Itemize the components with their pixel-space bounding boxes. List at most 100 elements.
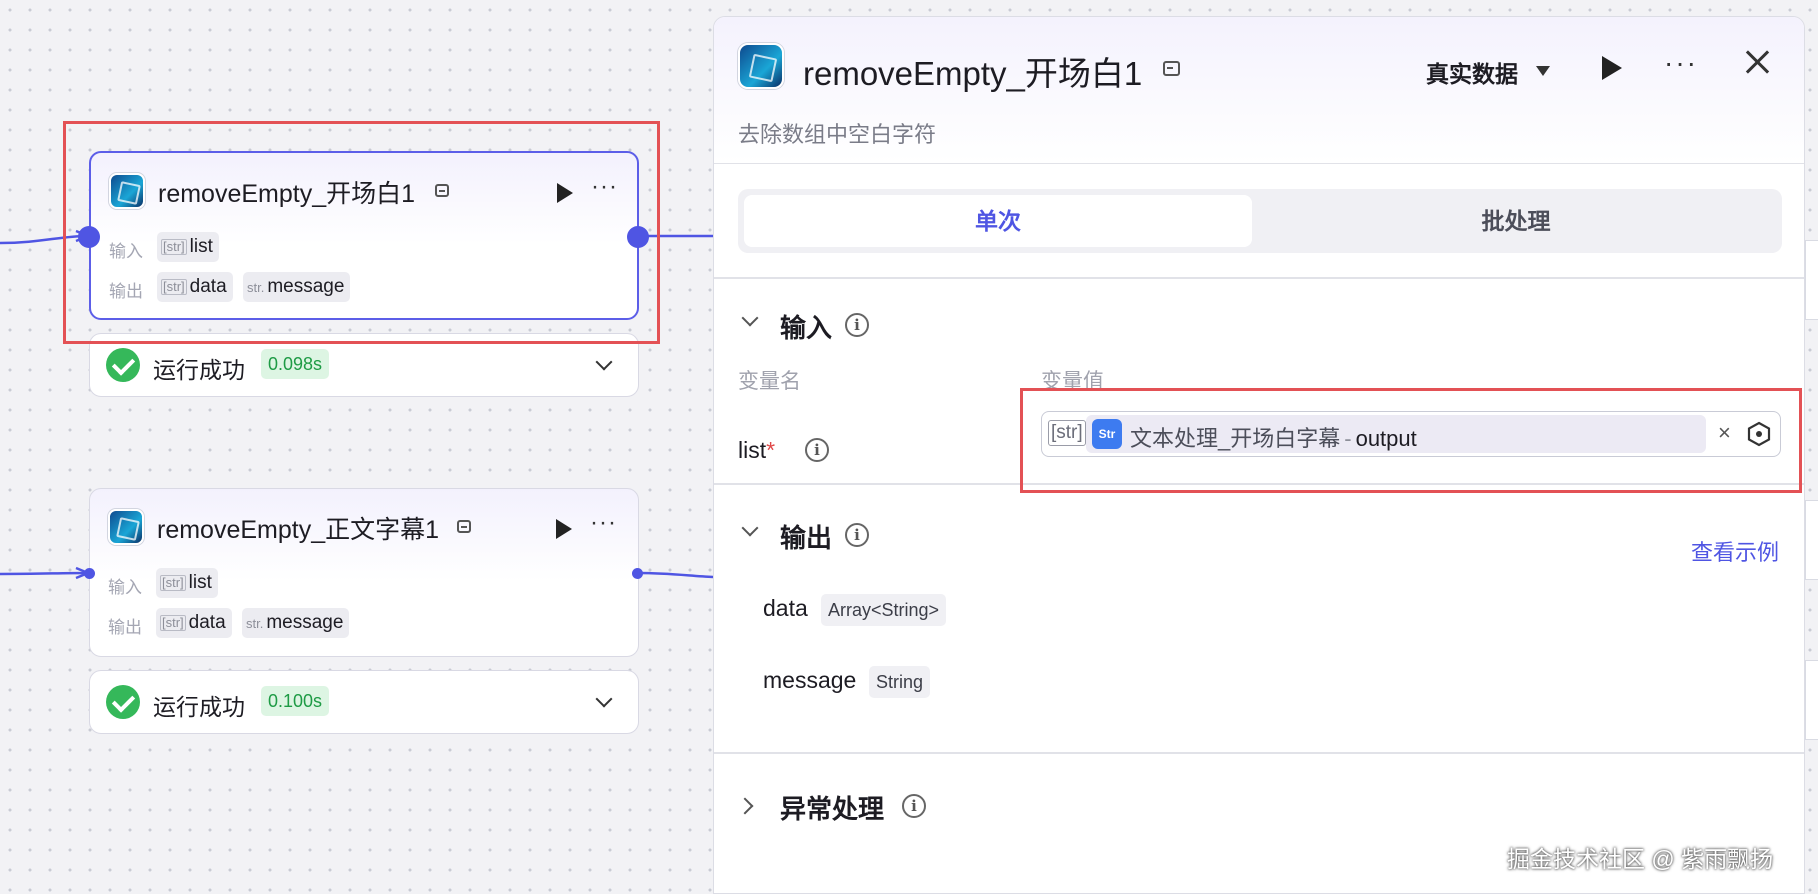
run-node-icon[interactable] — [557, 183, 573, 203]
output-label: 输出 — [109, 282, 143, 301]
type-label: str. — [247, 279, 265, 295]
run-icon[interactable] — [1602, 56, 1622, 80]
panel-header: removeEmpty_开场白1 去除数组中空白字符 真实数据 ··· — [714, 17, 1804, 164]
status-text: 运行成功 — [153, 694, 245, 720]
run-mode-tabs: 单次 批处理 — [738, 189, 1782, 253]
status-text: 运行成功 — [153, 357, 245, 383]
background-node-edge — [1805, 240, 1818, 320]
input-port[interactable] — [78, 226, 100, 248]
code-node-icon — [109, 173, 145, 209]
panel-title[interactable]: removeEmpty_开场白1 — [803, 47, 1142, 95]
node-title: removeEmpty_正文字幕1 — [157, 516, 440, 544]
background-node-edge — [1805, 660, 1818, 740]
variable-picker-icon[interactable] — [1746, 421, 1772, 447]
node-detail-panel: removeEmpty_开场白1 去除数组中空白字符 真实数据 ··· 单次 批… — [713, 16, 1805, 894]
output-chip-message: str. message — [243, 272, 351, 302]
code-node-icon — [738, 43, 784, 89]
close-icon[interactable] — [1743, 47, 1773, 77]
success-check-icon — [106, 348, 140, 382]
output-name-message: message — [763, 667, 857, 693]
output-port[interactable] — [632, 568, 643, 579]
chevron-right-icon[interactable] — [736, 797, 754, 815]
output-chip-data: [str] data — [157, 272, 233, 302]
divider — [714, 483, 1804, 485]
batch-tag-icon — [435, 184, 449, 197]
plugin-icon: Str — [1092, 419, 1122, 449]
connector-wires — [0, 229, 714, 580]
chip-label: data — [188, 612, 226, 633]
clear-icon[interactable]: × — [1718, 420, 1731, 446]
output-type-tag: Array<String> — [821, 594, 947, 626]
error-handling-section-title[interactable]: 异常处理 — [780, 789, 884, 826]
output-section-title[interactable]: 输出 — [780, 518, 832, 555]
column-variable-name: 变量名 — [738, 370, 801, 393]
info-icon[interactable]: i — [845, 523, 869, 547]
watermark: 掘金技术社区 @ 紫雨飘扬 — [1507, 846, 1774, 872]
required-mark: * — [766, 437, 776, 463]
info-icon[interactable]: i — [845, 313, 869, 337]
more-options-icon[interactable]: ··· — [591, 173, 618, 201]
chevron-down-icon[interactable] — [741, 519, 759, 537]
chip-label: data — [189, 276, 227, 297]
chevron-down-icon[interactable] — [595, 690, 613, 708]
chip-label: message — [266, 612, 344, 633]
info-icon[interactable]: i — [805, 438, 829, 462]
variable-name-list: list* — [738, 437, 775, 464]
reference-chip[interactable]: Str 文本处理_开场白字幕 - output — [1086, 415, 1706, 453]
variable-name-text: list — [738, 437, 767, 463]
reference-node-name: 文本处理_开场白字幕 — [1130, 426, 1341, 451]
variable-reference-input[interactable]: [str] Str 文本处理_开场白字幕 - output × — [1041, 411, 1781, 457]
batch-tag-icon — [1163, 61, 1180, 76]
chevron-down-icon[interactable] — [595, 353, 613, 371]
input-label: 输入 — [109, 242, 143, 261]
more-options-icon[interactable]: ··· — [590, 509, 617, 537]
output-chip-data: [str] data — [156, 608, 232, 638]
reference-separator: - — [1344, 426, 1352, 451]
chip-label: list — [189, 236, 213, 257]
batch-tag-icon — [457, 520, 471, 533]
chevron-down-icon[interactable] — [741, 309, 759, 327]
chip-label: list — [188, 572, 212, 593]
workflow-node-remove-empty-opening[interactable]: removeEmpty_开场白1 ··· 输入 [str] list 输出 [s… — [89, 151, 639, 320]
run-node-icon[interactable] — [556, 519, 572, 539]
data-mode-select[interactable]: 真实数据 — [1426, 55, 1518, 89]
code-node-icon — [108, 509, 144, 545]
workflow-node-remove-empty-body[interactable]: removeEmpty_正文字幕1 ··· 输入 [str] list 输出 [… — [89, 488, 639, 657]
output-name-data: data — [763, 595, 808, 621]
view-example-link[interactable]: 查看示例 — [1691, 535, 1779, 567]
type-label: [str] — [160, 615, 186, 631]
run-status-bar[interactable]: 运行成功 0.100s — [89, 670, 639, 734]
input-port[interactable] — [84, 568, 95, 579]
output-chip-message: str. message — [242, 608, 350, 638]
panel-description[interactable]: 去除数组中空白字符 — [738, 117, 936, 149]
value-type-label: [str] — [1048, 420, 1086, 446]
output-label: 输出 — [108, 618, 142, 637]
reference-path: 文本处理_开场白字幕 - output — [1130, 421, 1417, 453]
duration-badge: 0.100s — [261, 686, 330, 716]
type-label: [str] — [160, 575, 186, 591]
tab-batch[interactable]: 批处理 — [1262, 195, 1770, 247]
chip-label: message — [267, 276, 345, 297]
duration-badge: 0.098s — [261, 349, 330, 379]
output-port[interactable] — [627, 226, 649, 248]
column-variable-value: 变量值 — [1041, 370, 1104, 393]
output-type-tag: String — [869, 666, 931, 698]
input-label: 输入 — [108, 578, 142, 597]
input-chip-list: [str] list — [157, 232, 219, 262]
success-check-icon — [106, 685, 140, 719]
node-title: removeEmpty_开场白1 — [158, 180, 416, 208]
info-icon[interactable]: i — [902, 794, 926, 818]
tab-single[interactable]: 单次 — [744, 195, 1252, 247]
type-label: [str] — [161, 279, 187, 295]
type-label: [str] — [161, 239, 187, 255]
run-status-bar[interactable]: 运行成功 0.098s — [89, 333, 639, 397]
more-options-icon[interactable]: ··· — [1664, 47, 1698, 79]
divider — [714, 752, 1804, 754]
type-label: str. — [246, 615, 264, 631]
background-node-edge — [1805, 500, 1818, 580]
caret-down-icon[interactable] — [1536, 66, 1550, 76]
input-chip-list: [str] list — [156, 568, 218, 598]
input-section-title[interactable]: 输入 — [780, 308, 832, 345]
reference-variable: output — [1355, 426, 1417, 451]
divider — [714, 277, 1804, 279]
